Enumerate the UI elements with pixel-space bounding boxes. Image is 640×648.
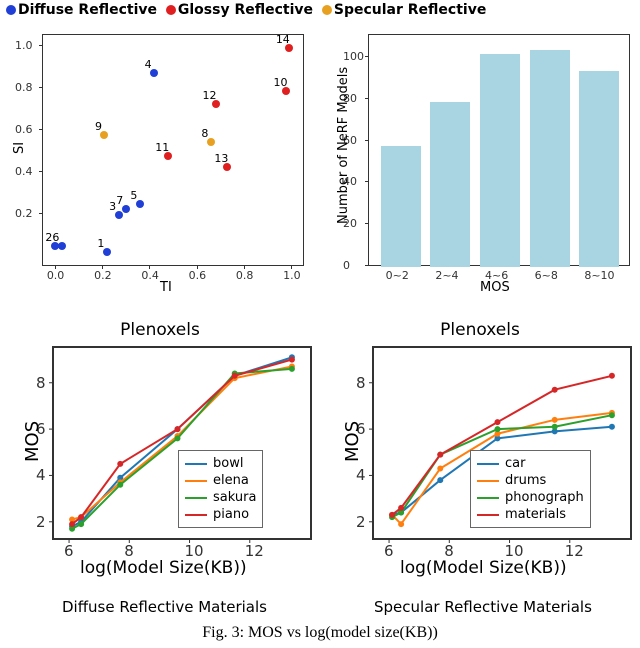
scatter-xtick: 0.2 — [94, 269, 112, 282]
scatter-point-label: 9 — [95, 120, 102, 133]
bar-ylabel: Number of NeRF Models — [336, 67, 351, 224]
line-ytick: 2 — [36, 513, 46, 531]
bar-plot-area: 0~22~44~66~88~10020406080100 — [368, 34, 630, 266]
bottom-right-panel: Plenoxels 6810122468 MOS log(Model Size(… — [320, 320, 640, 600]
bar — [579, 71, 619, 267]
scatter-ytick: 0.2 — [15, 207, 37, 220]
scatter-xtick: 0.0 — [47, 269, 65, 282]
scatter-ytick: 0.8 — [15, 81, 37, 94]
legend-row: materials — [477, 506, 584, 523]
scatter-point-label: 5 — [130, 189, 137, 202]
scatter-xtick: 1.0 — [283, 269, 301, 282]
legend-diffuse: Diffuse Reflective — [18, 2, 157, 18]
bar — [381, 146, 421, 267]
scatter-xtick: 0.4 — [141, 269, 159, 282]
scatter-point-label: 14 — [276, 33, 290, 46]
scatter-point-label: 6 — [52, 231, 59, 244]
scatter-xlabel: TI — [160, 280, 172, 295]
legend-row: bowl — [185, 455, 256, 472]
bar — [480, 54, 520, 267]
bar — [430, 102, 470, 267]
top-legend: Diffuse Reflective Glossy Reflective Spe… — [6, 2, 490, 19]
bar-ytick: 100 — [343, 50, 364, 63]
bl-xlabel: log(Model Size(KB)) — [80, 558, 247, 578]
top-panels: 0.00.20.40.60.81.00.20.40.60.81.01234567… — [0, 24, 640, 310]
figure-caption: Fig. 3: MOS vs log(model size(KB)) — [0, 624, 640, 642]
scatter-panel: 0.00.20.40.60.81.00.20.40.60.81.01234567… — [0, 24, 320, 310]
legend-specular: Specular Reflective — [334, 2, 486, 18]
scatter-point-label: 4 — [145, 58, 152, 71]
bar-xtick: 8~10 — [584, 269, 614, 282]
br-ylabel: MOS — [342, 421, 363, 462]
bar-ytick: 0 — [343, 259, 350, 272]
scatter-ytick: 0.6 — [15, 123, 37, 136]
br-title: Plenoxels — [320, 320, 640, 340]
scatter-point-label: 13 — [214, 152, 228, 165]
scatter-point-label: 11 — [155, 141, 169, 154]
legend-row: elena — [185, 472, 256, 489]
scatter-point-label: 12 — [203, 89, 217, 102]
scatter-point-label: 7 — [116, 194, 123, 207]
scatter-ytick: 0.4 — [15, 165, 37, 178]
line-xtick: 12 — [565, 542, 584, 560]
specular-dot-icon — [322, 5, 332, 15]
scatter-point-label: 1 — [97, 237, 104, 250]
bl-subtitle: Diffuse Reflective Materials — [62, 598, 267, 616]
bottom-panels: Plenoxels 6810122468 MOS log(Model Size(… — [0, 320, 640, 600]
line-xtick: 6 — [384, 542, 394, 560]
br-xlabel: log(Model Size(KB)) — [400, 558, 567, 578]
legend-row: car — [477, 455, 584, 472]
bottom-left-panel: Plenoxels 6810122468 MOS log(Model Size(… — [0, 320, 320, 600]
line-ytick: 8 — [36, 374, 46, 392]
legend-row: phonograph — [477, 489, 584, 506]
bl-legend: bowlelenasakurapiano — [178, 450, 263, 528]
scatter-xtick: 0.8 — [236, 269, 254, 282]
line-xtick: 12 — [245, 542, 264, 560]
legend-glossy: Glossy Reflective — [178, 2, 313, 18]
bar-xtick: 6~8 — [535, 269, 558, 282]
diffuse-dot-icon — [6, 5, 16, 15]
line-ytick: 4 — [36, 466, 46, 484]
br-subtitle: Specular Reflective Materials — [374, 598, 592, 616]
scatter-point-label: 3 — [109, 200, 116, 213]
br-legend: cardrumsphonographmaterials — [470, 450, 591, 528]
scatter-point-label: 8 — [201, 127, 208, 140]
bar — [530, 50, 570, 267]
bar-xlabel: MOS — [480, 280, 510, 295]
line-ytick: 2 — [356, 513, 366, 531]
legend-row: piano — [185, 506, 256, 523]
line-ytick: 4 — [356, 466, 366, 484]
legend-row: sakura — [185, 489, 256, 506]
bar-panel: 0~22~44~66~88~10020406080100 Number of N… — [320, 24, 640, 310]
line-ytick: 8 — [356, 374, 366, 392]
scatter-ylabel: SI — [12, 142, 27, 154]
bl-ylabel: MOS — [22, 421, 43, 462]
bl-title: Plenoxels — [0, 320, 320, 340]
scatter-point-label: 10 — [273, 76, 287, 89]
line-xtick: 6 — [64, 542, 74, 560]
bar-xtick: 0~2 — [386, 269, 409, 282]
scatter-xtick: 0.6 — [189, 269, 207, 282]
scatter-plot-area: 0.00.20.40.60.81.00.20.40.60.81.01234567… — [42, 34, 304, 266]
scatter-ytick: 1.0 — [15, 39, 37, 52]
scatter-point-label: 2 — [45, 231, 52, 244]
bar-xtick: 2~4 — [435, 269, 458, 282]
glossy-dot-icon — [166, 5, 176, 15]
legend-row: drums — [477, 472, 584, 489]
